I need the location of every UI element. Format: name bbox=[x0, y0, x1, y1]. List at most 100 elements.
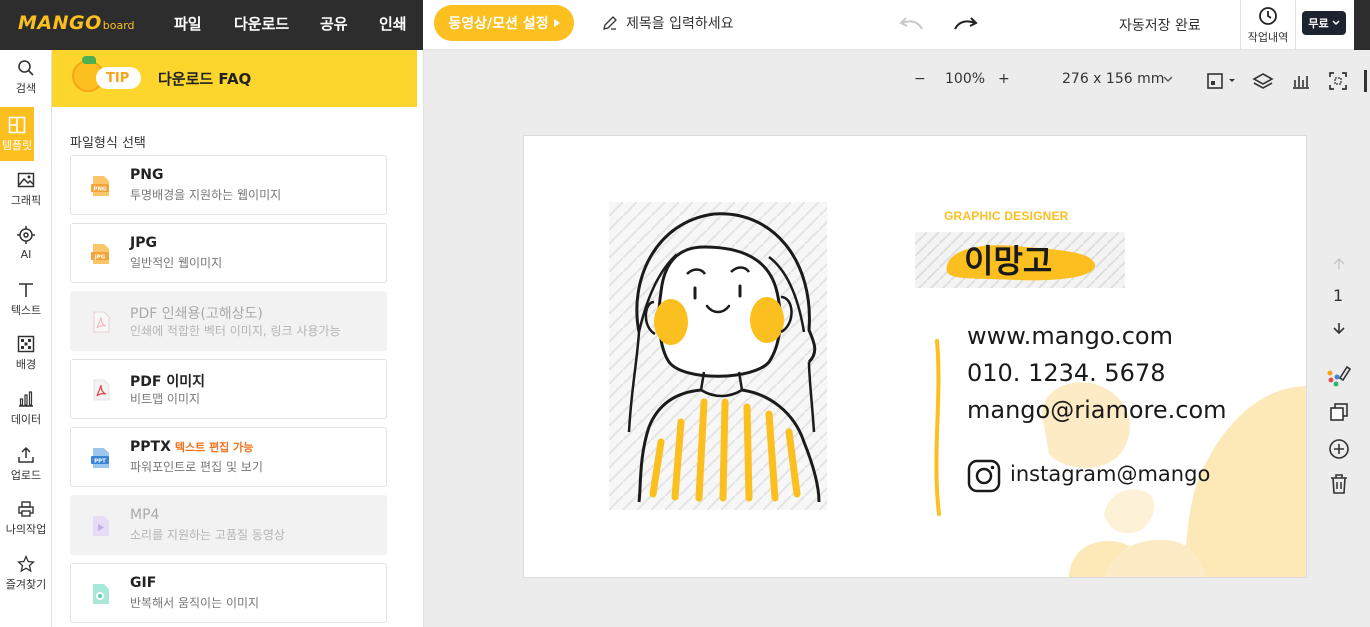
logo[interactable]: MANGOboard bbox=[18, 12, 135, 34]
toolbar-overflow-handle[interactable] bbox=[1364, 70, 1367, 92]
card-email[interactable]: mango@riamore.com bbox=[967, 396, 1227, 424]
format-pdf-image[interactable]: PDF 이미지 비트맵 이미지 bbox=[70, 359, 387, 419]
background-icon bbox=[17, 335, 35, 352]
title-placeholder: 제목을 입력하세요 bbox=[626, 16, 734, 32]
rail-item-upload[interactable]: 업로드 bbox=[0, 437, 52, 491]
format-gif[interactable]: GIF 반복해서 움직이는 이미지 bbox=[70, 563, 387, 623]
duplicate-icon[interactable] bbox=[1329, 402, 1349, 422]
pdf-icon bbox=[93, 311, 110, 333]
format-name: PDF 인쇄용(고해상도) bbox=[130, 306, 263, 322]
motion-settings-label: 동영상/모션 설정 bbox=[448, 16, 549, 32]
rail-item-search[interactable]: 검색 bbox=[0, 50, 52, 104]
menu-download[interactable]: 다운로드 bbox=[234, 13, 289, 34]
rail-item-data[interactable]: 데이터 bbox=[0, 381, 52, 435]
title-input[interactable]: 제목을 입력하세요 bbox=[602, 13, 734, 33]
background-color-icon[interactable] bbox=[1206, 72, 1238, 90]
rail-item-template[interactable]: 템플릿 bbox=[0, 107, 34, 161]
rail-item-text[interactable]: 텍스트 bbox=[0, 272, 52, 326]
format-desc: 비트맵 이미지 bbox=[130, 392, 201, 406]
format-mp4[interactable]: MP4 소리를 지원하는 고품질 동영상 bbox=[70, 495, 387, 555]
video-file-icon bbox=[93, 516, 109, 536]
format-name: JPG bbox=[130, 235, 157, 251]
format-desc: 일반적인 웹이미지 bbox=[130, 256, 223, 270]
plan-dropdown[interactable]: 무료 bbox=[1302, 11, 1346, 35]
card-role[interactable]: GRAPHIC DESIGNER bbox=[944, 209, 1069, 223]
tip-banner[interactable]: TIP 다운로드 FAQ bbox=[52, 50, 417, 107]
canvas-size[interactable]: 276 x 156 mm bbox=[1062, 71, 1164, 87]
zoom-in-button[interactable]: + bbox=[998, 71, 1010, 87]
rail-label: AI bbox=[20, 248, 32, 261]
format-name: PDF 이미지 bbox=[130, 374, 205, 390]
color-picker-icon[interactable] bbox=[1326, 364, 1352, 388]
template-icon bbox=[8, 116, 26, 133]
card-phone[interactable]: 010. 1234. 5678 bbox=[967, 359, 1165, 387]
instagram-icon[interactable] bbox=[967, 459, 1001, 493]
format-desc: 인쇄에 적합한 벡터 이미지, 링크 사용가능 bbox=[130, 324, 341, 338]
format-jpg[interactable]: JPG JPG 일반적인 웹이미지 bbox=[70, 223, 387, 283]
page-up-icon[interactable] bbox=[1332, 257, 1346, 271]
format-desc: 파워포인트로 편집 및 보기 bbox=[130, 460, 263, 474]
format-png[interactable]: PNG PNG 투명배경을 지원하는 웹이미지 bbox=[70, 155, 387, 215]
format-pdf-print[interactable]: PDF 인쇄용(고해상도) 인쇄에 적합한 벡터 이미지, 링크 사용가능 bbox=[70, 291, 387, 351]
text-icon bbox=[19, 282, 33, 297]
format-name: PNG bbox=[130, 167, 164, 183]
page-down-icon[interactable] bbox=[1332, 321, 1346, 335]
rail-label: 텍스트 bbox=[10, 303, 42, 317]
rail-label: 데이터 bbox=[10, 412, 42, 426]
zoom-out-button[interactable]: − bbox=[914, 71, 926, 87]
fit-screen-icon[interactable] bbox=[1328, 71, 1348, 91]
tip-title: 다운로드 FAQ bbox=[158, 70, 252, 88]
section-label: 파일형식 선택 bbox=[70, 136, 146, 151]
format-pptx[interactable]: PPT PPTX 텍스트 편집 가능 파워포인트로 편집 및 보기 bbox=[70, 427, 387, 487]
delete-icon[interactable] bbox=[1329, 473, 1349, 495]
chevron-down-icon bbox=[1332, 20, 1340, 26]
top-bar-menu-area: MANGOboard 파일 다운로드 공유 인쇄 bbox=[0, 0, 423, 50]
card-name[interactable]: 이망고 bbox=[964, 236, 1052, 282]
svg-text:JPG: JPG bbox=[94, 255, 106, 261]
png-file-icon: PNG bbox=[91, 176, 109, 196]
ppt-file-icon: PPT bbox=[91, 448, 109, 468]
svg-text:PNG: PNG bbox=[93, 187, 107, 193]
pencil-icon bbox=[603, 16, 617, 30]
design-canvas[interactable]: GRAPHIC DESIGNER 이망고 www.mango.com 010. … bbox=[523, 135, 1307, 578]
rail-item-my-work[interactable]: 나의작업 bbox=[0, 491, 52, 545]
menu-file[interactable]: 파일 bbox=[174, 13, 202, 34]
rail-label: 배경 bbox=[15, 357, 37, 371]
menu-share[interactable]: 공유 bbox=[320, 13, 348, 34]
card-website[interactable]: www.mango.com bbox=[967, 322, 1173, 350]
top-bar-edge bbox=[1354, 0, 1370, 50]
jpg-file-icon: JPG bbox=[91, 244, 109, 264]
layers-icon[interactable] bbox=[1252, 72, 1274, 90]
chart-icon bbox=[19, 390, 33, 407]
rail-item-background[interactable]: 배경 bbox=[0, 326, 52, 380]
chevron-down-icon[interactable] bbox=[1163, 76, 1173, 83]
rail-item-graphic[interactable]: 그래픽 bbox=[0, 162, 52, 216]
rail-item-favorites[interactable]: 즐겨찾기 bbox=[0, 546, 52, 600]
autosave-status: 자동저장 완료 bbox=[1119, 18, 1201, 34]
zoom-level[interactable]: 100% bbox=[945, 71, 985, 87]
rail-item-ai[interactable]: AI bbox=[0, 216, 52, 270]
rail-label: 나의작업 bbox=[5, 522, 47, 536]
add-page-icon[interactable] bbox=[1328, 438, 1350, 460]
format-name: MP4 bbox=[130, 507, 160, 523]
plan-label: 무료 bbox=[1308, 17, 1329, 30]
rail-label: 템플릿 bbox=[1, 138, 33, 152]
svg-text:PPT: PPT bbox=[94, 459, 106, 465]
character-illustration[interactable] bbox=[609, 202, 827, 510]
editable-text-tag: 텍스트 편집 가능 bbox=[174, 441, 254, 454]
motion-settings-button[interactable]: 동영상/모션 설정 bbox=[434, 5, 574, 41]
gif-file-icon bbox=[93, 584, 109, 604]
history-button[interactable]: 작업내역 bbox=[1240, 0, 1296, 50]
ai-icon bbox=[17, 226, 35, 244]
card-instagram[interactable]: instagram@mango bbox=[1010, 462, 1210, 486]
menu-print[interactable]: 인쇄 bbox=[379, 13, 407, 34]
rail-label: 즐겨찾기 bbox=[5, 577, 47, 591]
page-number: 1 bbox=[1333, 286, 1344, 305]
redo-icon[interactable] bbox=[953, 14, 979, 32]
upload-icon bbox=[18, 446, 34, 463]
rail-label: 검색 bbox=[15, 81, 37, 95]
left-rail: 검색 템플릿 그래픽 AI 텍스트 배경 데이터 업로드 나의작업 즐겨찾기 bbox=[0, 50, 52, 627]
undo-icon[interactable] bbox=[898, 14, 924, 32]
ruler-icon[interactable] bbox=[1291, 72, 1311, 90]
pdf-icon bbox=[93, 379, 110, 401]
